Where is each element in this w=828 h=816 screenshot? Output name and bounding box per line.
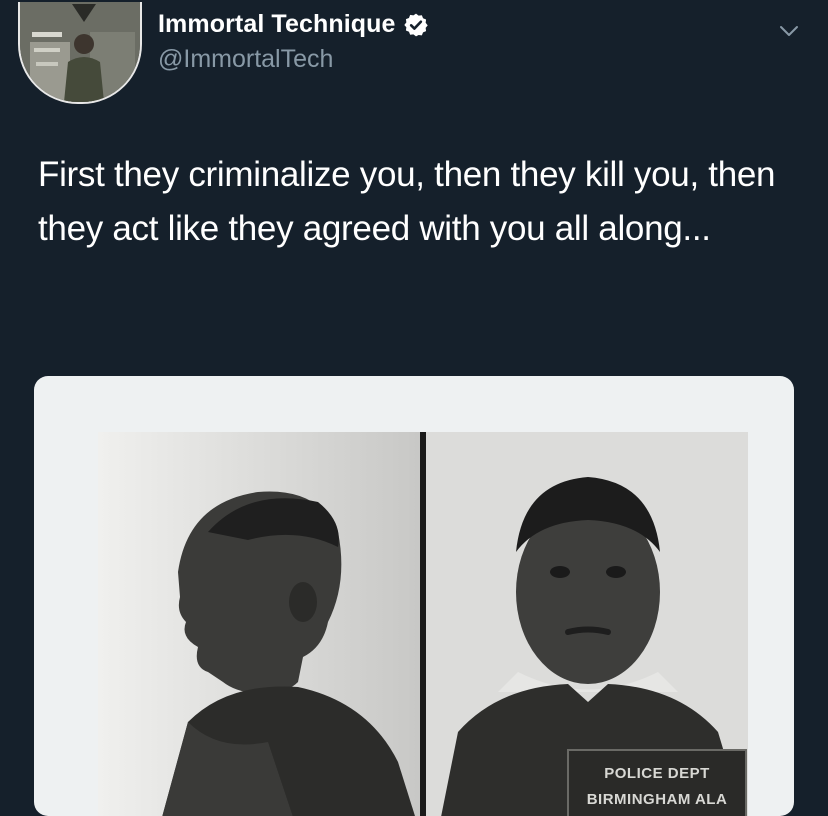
- tweet-media[interactable]: POLICE DEPT BIRMINGHAM ALA: [34, 376, 794, 816]
- tweet[interactable]: Immortal Technique @ImmortalTech First t…: [0, 0, 828, 816]
- verified-badge-icon: [403, 12, 429, 38]
- tweet-header: Immortal Technique @ImmortalTech: [158, 10, 429, 74]
- avatar[interactable]: [18, 2, 142, 104]
- plaque-line-1: POLICE DEPT: [604, 765, 710, 782]
- avatar-photo: [20, 2, 140, 102]
- name-row: Immortal Technique: [158, 10, 429, 39]
- display-name[interactable]: Immortal Technique: [158, 10, 395, 39]
- plaque-line-2: BIRMINGHAM ALA: [587, 791, 728, 808]
- handle[interactable]: @ImmortalTech: [158, 45, 429, 74]
- chevron-down-icon[interactable]: [774, 16, 804, 46]
- tweet-text: First they criminalize you, then they ki…: [38, 155, 776, 248]
- mugshot-photo: POLICE DEPT BIRMINGHAM ALA: [98, 432, 748, 816]
